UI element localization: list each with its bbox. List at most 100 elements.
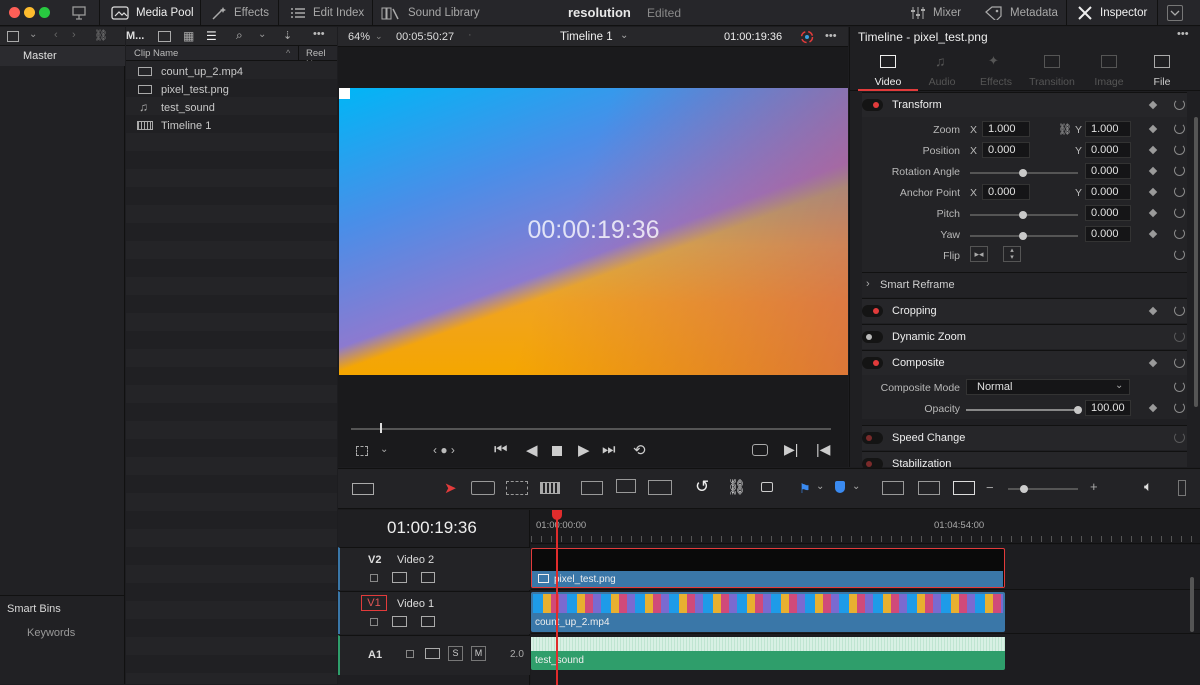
go-to-end-icon[interactable]: ⏭ (602, 441, 616, 458)
lock-icon[interactable] (761, 482, 773, 492)
rotation-field[interactable]: 0.000 (1085, 163, 1131, 179)
smart-reframe-section-header[interactable]: › Smart Reframe (862, 272, 1187, 297)
transform-toggle[interactable] (862, 99, 883, 111)
stop-icon[interactable] (552, 446, 562, 456)
pitch-field[interactable]: 0.000 (1085, 205, 1131, 221)
transform-overlay-icon[interactable] (356, 446, 368, 456)
opacity-slider[interactable] (966, 409, 1078, 411)
reset-icon[interactable] (1174, 144, 1185, 155)
zoom-out-icon[interactable]: − (986, 480, 994, 495)
auto-select-icon[interactable] (425, 648, 440, 659)
timeline-clip-count-up[interactable]: count_up_2.mp4 (531, 592, 1005, 632)
timeline-ruler[interactable]: 01:00:00:00 01:04:54:00 (531, 510, 1200, 544)
opacity-slider-knob[interactable] (1074, 406, 1082, 414)
video-frame[interactable]: 00:00:19:36 (339, 88, 848, 375)
close-window-button[interactable] (9, 7, 20, 18)
sidebar-toggle-icon[interactable] (7, 31, 19, 42)
keyframe-diamond-icon[interactable] (1148, 208, 1158, 218)
chevron-down-icon[interactable]: ⌄ (620, 30, 628, 41)
jog-control-icon[interactable]: ‹ ● › (433, 443, 455, 457)
mixer-button[interactable]: Mixer (910, 0, 961, 26)
unlink-icon[interactable]: ⛓ (94, 29, 108, 42)
keyframe-diamond-icon[interactable] (1148, 124, 1158, 134)
anchor-x-field[interactable]: 0.000 (982, 184, 1030, 200)
play-reverse-icon[interactable]: ◀ (526, 441, 538, 459)
full-extent-zoom-icon[interactable] (882, 481, 904, 495)
keyframe-diamond-icon[interactable] (1148, 358, 1158, 368)
keyframe-diamond-icon[interactable] (1148, 187, 1158, 197)
dynamic-zoom-section-header[interactable]: Dynamic Zoom (862, 324, 1187, 349)
bin-item-master[interactable]: Master (0, 46, 125, 66)
opacity-field[interactable]: 100.00 (1085, 400, 1131, 416)
track-header-v1[interactable]: V1 Video 1 (338, 591, 530, 634)
tab-image[interactable]: Image (1081, 47, 1137, 91)
custom-zoom-icon[interactable] (953, 481, 975, 495)
reset-icon[interactable] (1174, 228, 1185, 239)
lock-icon[interactable] (370, 574, 378, 582)
search-icon[interactable]: ⌕ (236, 28, 243, 43)
overwrite-clip-icon[interactable] (616, 479, 636, 493)
chevron-down-icon[interactable]: ⌄ (29, 29, 37, 40)
lock-icon[interactable] (406, 650, 414, 658)
list-item[interactable]: Timeline 1 (126, 116, 337, 134)
keyframe-diamond-icon[interactable] (1148, 145, 1158, 155)
timeline-scrollbar[interactable] (1190, 577, 1194, 632)
minimize-window-button[interactable] (24, 7, 35, 18)
tab-effects[interactable]: ✦ Effects (968, 47, 1024, 91)
next-edit-icon[interactable]: ▶| (784, 441, 798, 458)
snapping-icon[interactable]: ↺ (695, 477, 709, 497)
playhead-line[interactable] (556, 513, 558, 685)
speed-change-toggle[interactable] (862, 432, 883, 444)
previous-edit-icon[interactable]: |◀ (816, 441, 830, 458)
chevron-down-icon[interactable]: ⌄ (816, 481, 824, 492)
tab-transition[interactable]: Transition (1024, 47, 1080, 91)
inspector-button[interactable]: Inspector (1077, 0, 1147, 26)
tab-video[interactable]: Video (858, 47, 918, 91)
sort-icon[interactable]: ⇣ (283, 29, 292, 42)
track-visibility-icon[interactable] (421, 616, 435, 627)
track-header-a1[interactable]: A1 S M 2.0 (338, 635, 530, 675)
timeline-view-options-icon[interactable] (352, 483, 374, 495)
mute-button[interactable]: M (471, 646, 486, 661)
reset-icon[interactable] (1174, 381, 1185, 392)
reset-icon[interactable] (1174, 357, 1185, 368)
stabilization-section-header[interactable]: Stabilization (862, 451, 1187, 470)
go-to-start-icon[interactable]: ⏮ (494, 441, 508, 458)
timeline-clip-pixel-test[interactable]: pixel_test.png (531, 548, 1005, 588)
reset-icon[interactable] (1174, 123, 1185, 134)
more-options-icon[interactable]: ••• (1177, 28, 1189, 40)
lock-icon[interactable] (370, 618, 378, 626)
keyframe-diamond-icon[interactable] (1148, 100, 1158, 110)
speaker-icon[interactable]: 🔈︎ (1144, 478, 1152, 495)
thumbnail-view-icon[interactable] (158, 31, 171, 42)
link-icon[interactable]: ⛓ (1058, 123, 1072, 136)
audio-meter-icon[interactable] (1178, 480, 1186, 496)
yaw-slider-knob[interactable] (1019, 232, 1027, 240)
inspector-scrollbar[interactable] (1194, 117, 1198, 407)
more-options-icon[interactable]: ••• (825, 30, 837, 42)
reset-icon[interactable] (1174, 249, 1185, 260)
zoom-slider-knob[interactable] (1020, 485, 1028, 493)
play-icon[interactable]: ▶ (578, 441, 590, 459)
composite-section-header[interactable]: Composite (862, 350, 1187, 375)
loop-icon[interactable]: ⟲ (633, 441, 646, 459)
replace-clip-icon[interactable] (648, 480, 672, 495)
zoom-y-field[interactable]: 1.000 (1085, 121, 1131, 137)
smart-bin-keywords[interactable]: Keywords (27, 627, 75, 639)
position-x-field[interactable]: 0.000 (982, 142, 1030, 158)
composite-mode-select[interactable]: Normal ⌄ (966, 379, 1130, 395)
tab-file[interactable]: File (1134, 47, 1190, 91)
anchor-y-field[interactable]: 0.000 (1085, 184, 1131, 200)
flip-horizontal-button[interactable]: ▸◂ (970, 246, 988, 262)
timeline-clip-test-sound[interactable]: test_sound (531, 637, 1005, 670)
marker-icon[interactable] (835, 481, 845, 493)
link-icon[interactable]: ⛓ (727, 478, 746, 496)
reset-icon[interactable] (1174, 432, 1185, 443)
pitch-slider-knob[interactable] (1019, 211, 1027, 219)
blade-tool-icon[interactable] (540, 482, 560, 494)
track-visibility-icon[interactable] (421, 572, 435, 583)
speed-change-section-header[interactable]: Speed Change (862, 425, 1187, 450)
list-view-icon[interactable]: ☰ (206, 29, 217, 43)
dynamic-zoom-toggle[interactable] (862, 331, 883, 343)
list-item[interactable]: pixel_test.png (126, 80, 337, 98)
